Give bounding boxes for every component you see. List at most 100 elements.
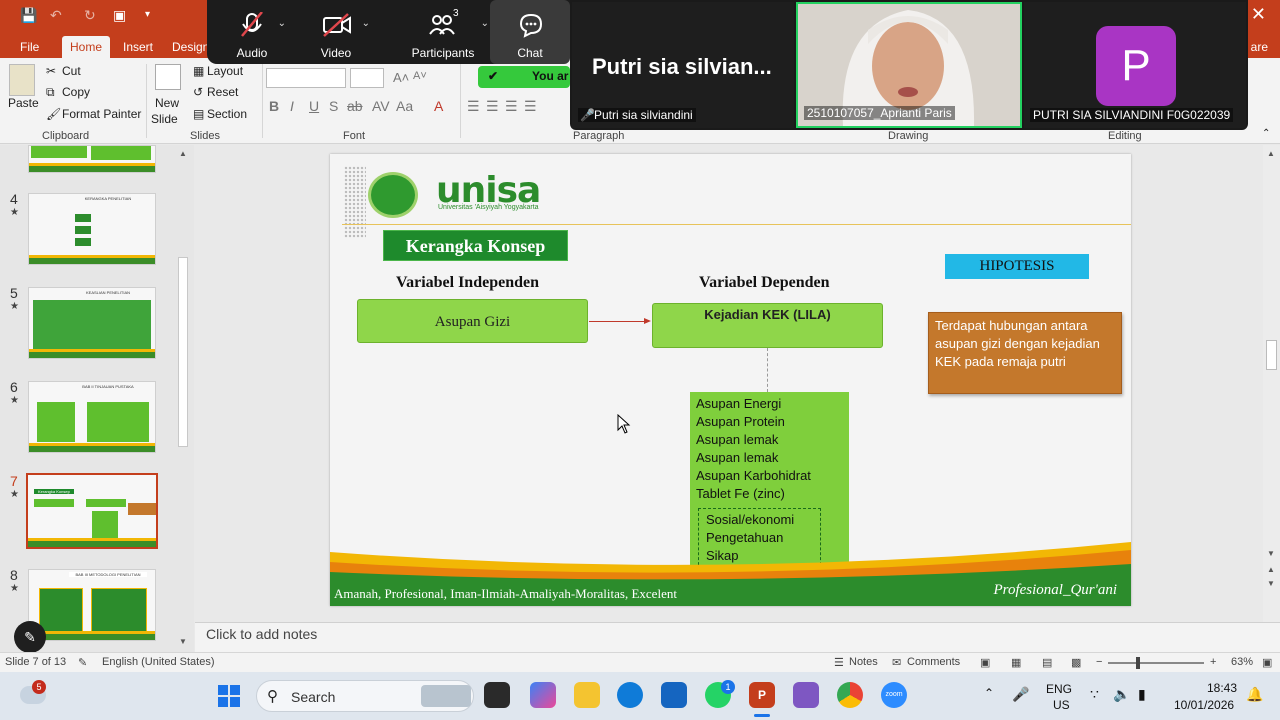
chevron-down-icon[interactable]: ⌄ — [362, 18, 370, 29]
new-slide-button-line2[interactable]: Slide — [151, 112, 178, 126]
slide-sorter-icon[interactable]: ▦ — [1011, 656, 1021, 669]
edge-icon[interactable] — [617, 682, 643, 708]
chat-button[interactable]: Chat — [490, 0, 570, 64]
clock-time[interactable]: 18:43 — [1207, 681, 1237, 695]
keyboard-layout[interactable]: US — [1053, 698, 1070, 712]
dashed-connector[interactable] — [767, 348, 768, 392]
chevron-down-icon[interactable]: ⌄ — [278, 18, 286, 29]
pen-icon[interactable]: ✎ — [14, 621, 46, 652]
font-name-select[interactable] — [266, 68, 346, 88]
notes-pane[interactable]: Click to add notes — [195, 622, 1280, 652]
layout-button[interactable]: Layout — [207, 64, 243, 78]
new-slide-button[interactable]: New — [155, 96, 179, 110]
battery-icon[interactable]: ▮ — [1138, 686, 1146, 703]
chevron-down-icon[interactable]: ⌄ — [481, 18, 489, 29]
reset-button[interactable]: Reset — [207, 85, 238, 99]
new-slide-icon[interactable] — [155, 64, 181, 90]
align-left-icon[interactable]: ☰ — [467, 98, 480, 115]
hypothesis-label[interactable]: HIPOTESIS — [945, 254, 1089, 279]
notes-icon[interactable]: ☰ — [834, 656, 844, 669]
zoom-level[interactable]: 63% — [1231, 656, 1253, 668]
font-color-icon[interactable]: A — [434, 98, 443, 114]
video-tile[interactable]: P PUTRI SIA SILVIANDINI F0G022039 — [1024, 2, 1246, 128]
layout-icon[interactable]: ▦ — [193, 64, 204, 78]
participants-button[interactable]: 3 ⌄ Participants — [393, 0, 493, 64]
task-view-icon[interactable] — [484, 682, 510, 708]
zoom-slider[interactable] — [1108, 657, 1204, 669]
chevron-up-icon[interactable]: ⌃ — [984, 686, 994, 700]
char-spacing-icon[interactable]: AV — [372, 98, 390, 114]
section-icon[interactable]: ▤ — [193, 107, 204, 121]
slide-thumbnail-6[interactable]: BAB II TINJAUAN PUSTAKA — [28, 381, 156, 453]
slide-thumbnail-5[interactable]: KEASLIAN PENELITIAN — [28, 287, 156, 359]
notes-toggle[interactable]: Notes — [849, 656, 878, 668]
scroll-down-icon[interactable]: ▼ — [1267, 549, 1275, 558]
slide-counter[interactable]: Slide 7 of 13 — [5, 656, 66, 668]
editor-scrollbar[interactable]: ▲ ▼ ▲ ▼ — [1263, 145, 1280, 622]
slide-thumbnail-8[interactable]: BAB III METODOLOGI PENELITIAN — [28, 569, 156, 641]
relation-arrow[interactable] — [589, 321, 647, 322]
scroll-up-icon[interactable]: ▲ — [179, 149, 187, 158]
slide-title[interactable]: Kerangka Konsep — [383, 230, 568, 261]
comments-toggle[interactable]: Comments — [907, 656, 960, 668]
underline-icon[interactable]: U — [309, 98, 319, 114]
collapse-ribbon-icon[interactable]: ⌃ — [1262, 128, 1270, 139]
justify-icon[interactable]: ☰ — [524, 98, 537, 115]
reading-view-icon[interactable]: ▤ — [1042, 656, 1052, 669]
independent-variable-heading[interactable]: Variabel Independen — [396, 274, 539, 292]
italic-icon[interactable]: I — [290, 98, 294, 114]
scroll-down-icon[interactable]: ▼ — [179, 637, 187, 646]
increase-font-icon[interactable]: A˄ — [393, 70, 409, 85]
fit-slide-icon[interactable]: ▣ — [1262, 656, 1272, 669]
font-size-select[interactable] — [350, 68, 384, 88]
video-button[interactable]: ⌄ Video — [296, 0, 376, 64]
file-explorer-icon[interactable] — [574, 682, 600, 708]
video-tile[interactable]: Putri sia silvian... 🎤 Putri sia silvian… — [572, 2, 794, 128]
snipping-tool-icon[interactable] — [793, 682, 819, 708]
zoom-app-icon[interactable]: zoom — [881, 682, 907, 708]
redo-icon[interactable]: ↻ — [84, 6, 96, 24]
accessibility-icon[interactable]: ✎ — [78, 656, 87, 669]
volume-icon[interactable]: 🔈 — [1113, 686, 1130, 703]
next-slide-icon[interactable]: ▼ — [1267, 579, 1275, 588]
scrollbar-thumb[interactable] — [178, 257, 188, 447]
mic-icon[interactable]: 🎤 — [1012, 686, 1029, 703]
slide-thumbnail[interactable] — [28, 145, 156, 173]
align-right-icon[interactable]: ☰ — [505, 98, 518, 115]
language-indicator[interactable]: English (United States) — [102, 656, 215, 668]
format-painter-button[interactable]: Format Painter — [62, 107, 141, 121]
reset-icon[interactable]: ↺ — [193, 85, 203, 99]
clock-date[interactable]: 10/01/2026 — [1174, 698, 1234, 712]
paste-button[interactable]: Paste — [8, 96, 39, 110]
scrollbar-thumb[interactable] — [1266, 340, 1277, 370]
outlook-icon[interactable] — [661, 682, 687, 708]
paste-icon[interactable] — [9, 64, 35, 96]
cut-icon[interactable]: ✂ — [46, 64, 56, 78]
slide-canvas[interactable]: unisa Universitas 'Aisyiyah Yogyakarta K… — [330, 154, 1131, 606]
copy-button[interactable]: Copy — [62, 85, 90, 99]
wifi-icon[interactable]: ∵ — [1090, 686, 1099, 703]
slide-thumbnail-7-selected[interactable]: Kerangka Konsep — [26, 473, 158, 549]
taskbar-search[interactable]: ⚲ Search — [256, 680, 474, 712]
dependent-variable-heading[interactable]: Variabel Dependen — [699, 274, 830, 292]
dependent-variable-box[interactable]: Kejadian KEK (LILA) — [652, 303, 883, 348]
tab-insert[interactable]: Insert — [115, 36, 161, 58]
strikethrough-icon[interactable]: ab — [347, 98, 363, 114]
zoom-out-icon[interactable]: − — [1096, 656, 1102, 668]
cut-button[interactable]: Cut — [62, 64, 81, 78]
video-tile-active-speaker[interactable]: 2510107057_Aprianti Paris — [796, 2, 1022, 128]
zoom-in-icon[interactable]: + — [1210, 656, 1216, 668]
align-center-icon[interactable]: ☰ — [486, 98, 499, 115]
close-icon[interactable]: ✕ — [1251, 4, 1266, 25]
slideshow-icon[interactable]: ▩ — [1071, 656, 1081, 669]
windows-start-icon[interactable] — [217, 684, 241, 708]
notes-placeholder[interactable]: Click to add notes — [206, 626, 317, 642]
audio-button[interactable]: ⌄ Audio — [212, 0, 292, 64]
change-case-icon[interactable]: Aa — [396, 98, 413, 114]
zoom-slider-thumb[interactable] — [1136, 657, 1140, 669]
thumbnail-scrollbar[interactable]: ▲ ▼ — [176, 145, 190, 652]
slide-thumbnail-4[interactable]: KERANGKA PENELITIAN — [28, 193, 156, 265]
present-icon[interactable]: ▣ — [113, 6, 126, 24]
powerpoint-icon[interactable]: P — [749, 682, 775, 708]
copy-icon[interactable]: ⧉ — [46, 85, 55, 100]
